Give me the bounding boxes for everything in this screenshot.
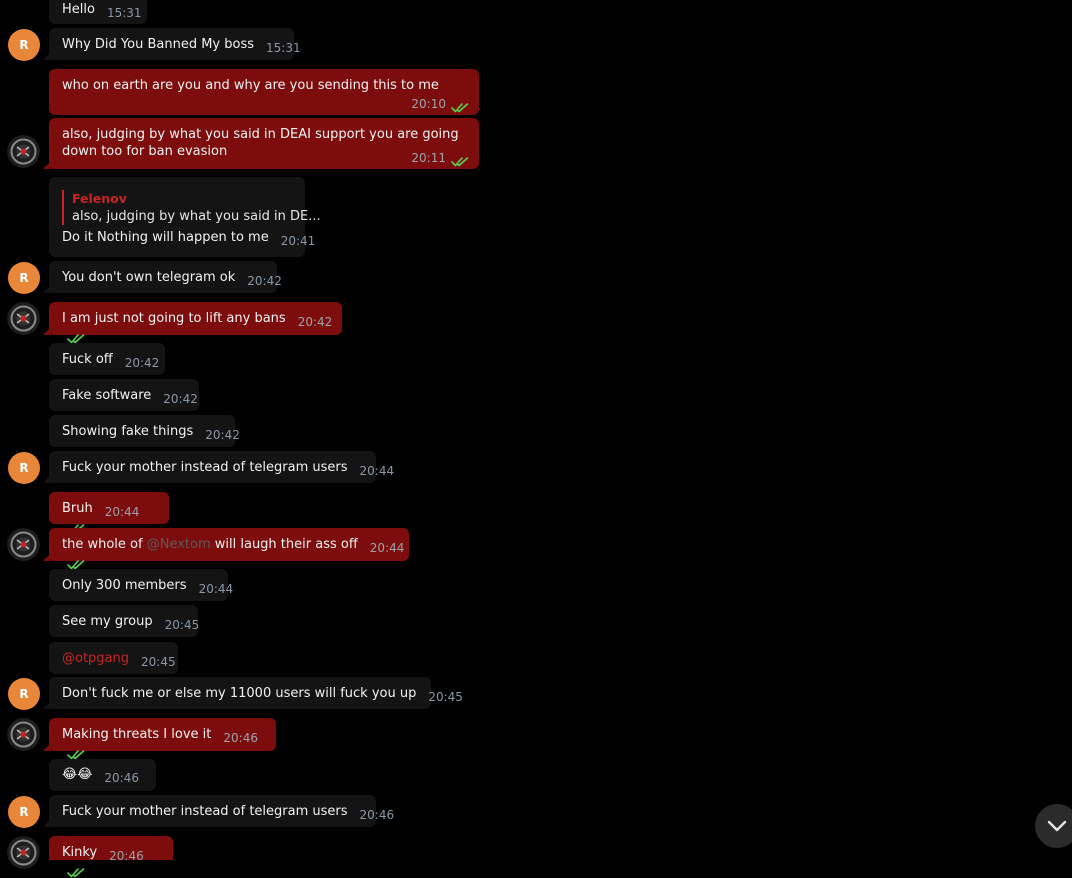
double-check-icon <box>67 867 87 878</box>
message-time: 20:42 <box>124 356 160 370</box>
message-incoming[interactable]: 😂😂 20:46 <box>49 759 156 791</box>
message-time: 20:41 <box>280 234 316 248</box>
message-time: 20:44 <box>369 541 405 555</box>
message-outgoing[interactable]: Making threats I love it 20:46 <box>43 718 276 751</box>
message-text: Hello <box>62 2 95 17</box>
message-text: See my group <box>62 614 153 629</box>
message-text: Fake software <box>62 388 152 403</box>
double-check-icon <box>451 156 471 167</box>
message-time: 15:31 <box>106 6 142 20</box>
reply-text: also, judging by what you said in DE... <box>72 209 321 224</box>
mention-link[interactable]: @Nextom <box>147 537 211 552</box>
message-time: 20:45 <box>141 655 176 669</box>
message-time: 20:42 <box>247 274 282 288</box>
group-link[interactable]: @otpgang <box>62 651 129 666</box>
message-time: 20:44 <box>104 505 140 519</box>
message-incoming[interactable]: Fuck your mother instead of telegram use… <box>43 451 394 483</box>
message-time: 20:45 <box>164 618 200 632</box>
message-time: 15:31 <box>266 41 301 55</box>
reply-author: Felenov <box>72 191 127 206</box>
message-incoming[interactable]: Hello 15:31 <box>49 0 147 24</box>
message-incoming[interactable]: Don't fuck me or else my 11000 users wil… <box>43 677 463 709</box>
message-text: I am just not going to lift any bans <box>62 311 286 326</box>
message-time: 20:42 <box>205 428 240 442</box>
avatar[interactable] <box>7 302 40 335</box>
message-time: 20:44 <box>359 464 395 478</box>
message-time: 20:11 <box>411 151 446 165</box>
message-text: Fuck off <box>62 352 113 367</box>
message-outgoing[interactable]: who on earth are you and why are you sen… <box>49 69 479 115</box>
message-outgoing[interactable]: Bruh 20:44 <box>49 492 169 524</box>
message-text: Do it Nothing will happen to me <box>62 230 269 245</box>
message-text: the whole of @Nextom will laugh their as… <box>62 537 358 552</box>
message-outgoing[interactable]: also, judging by what you said in DEAI s… <box>43 118 479 169</box>
message-time: 20:46 <box>109 849 144 863</box>
message-incoming[interactable]: Fuck your mother instead of telegram use… <box>43 795 394 827</box>
avatar[interactable]: R <box>8 262 40 294</box>
message-text: Making threats I love it <box>62 727 212 742</box>
avatar[interactable]: R <box>8 796 40 828</box>
message-text: Kinky <box>62 845 98 860</box>
double-check-icon <box>451 102 471 113</box>
avatar[interactable] <box>7 718 40 751</box>
message-incoming[interactable]: @otpgang 20:45 <box>49 642 178 674</box>
message-incoming[interactable]: Fuck off 20:42 <box>49 343 165 375</box>
avatar[interactable] <box>7 836 40 869</box>
message-text: Only 300 members <box>62 578 187 593</box>
message-text: Showing fake things <box>62 424 194 439</box>
avatar[interactable]: R <box>8 29 40 61</box>
message-incoming[interactable]: Showing fake things 20:42 <box>49 415 240 447</box>
message-text: 😂😂 <box>62 767 93 782</box>
message-text: Fuck your mother instead of telegram use… <box>62 460 348 475</box>
message-text: You don't own telegram ok <box>62 270 236 285</box>
avatar[interactable] <box>7 528 40 561</box>
message-outgoing[interactable]: Kinky 20:46 <box>49 836 173 860</box>
message-text: also, judging by what you said in DEAI s… <box>62 127 459 159</box>
message-text: Fuck your mother instead of telegram use… <box>62 804 348 819</box>
message-outgoing[interactable]: the whole of @Nextom will laugh their as… <box>43 528 409 561</box>
message-incoming[interactable]: Only 300 members 20:44 <box>49 569 233 601</box>
avatar[interactable] <box>7 135 40 168</box>
message-outgoing[interactable]: I am just not going to lift any bans 20:4… <box>43 302 342 335</box>
message-time: 20:44 <box>198 582 234 596</box>
avatar[interactable]: R <box>8 452 40 484</box>
scroll-to-bottom-button[interactable] <box>1035 804 1072 848</box>
message-incoming[interactable]: Why Did You Banned My boss 15:31 <box>43 28 301 60</box>
message-time: 20:46 <box>223 731 258 745</box>
message-text: Bruh <box>62 501 93 516</box>
message-time: 20:42 <box>163 392 198 406</box>
message-incoming[interactable]: Fake software 20:42 <box>49 379 199 411</box>
message-incoming[interactable]: See my group 20:45 <box>49 605 200 637</box>
message-time: 20:45 <box>428 690 463 704</box>
message-incoming[interactable]: You don't own telegram ok 20:42 <box>43 261 282 293</box>
chevron-down-icon <box>1047 820 1067 832</box>
message-incoming[interactable]: Felenov also, judging by what you said i… <box>49 177 321 257</box>
message-time: 20:46 <box>359 808 395 822</box>
message-time: 20:46 <box>104 771 139 785</box>
reply-quote[interactable]: Felenov also, judging by what you said i… <box>62 190 321 225</box>
message-time: 20:10 <box>411 97 446 111</box>
message-text: Don't fuck me or else my 11000 users wil… <box>62 686 417 701</box>
message-text: Why Did You Banned My boss <box>62 37 255 52</box>
message-time: 20:42 <box>297 315 333 329</box>
avatar[interactable]: R <box>8 678 40 710</box>
message-text: who on earth are you and why are you sen… <box>62 78 439 93</box>
